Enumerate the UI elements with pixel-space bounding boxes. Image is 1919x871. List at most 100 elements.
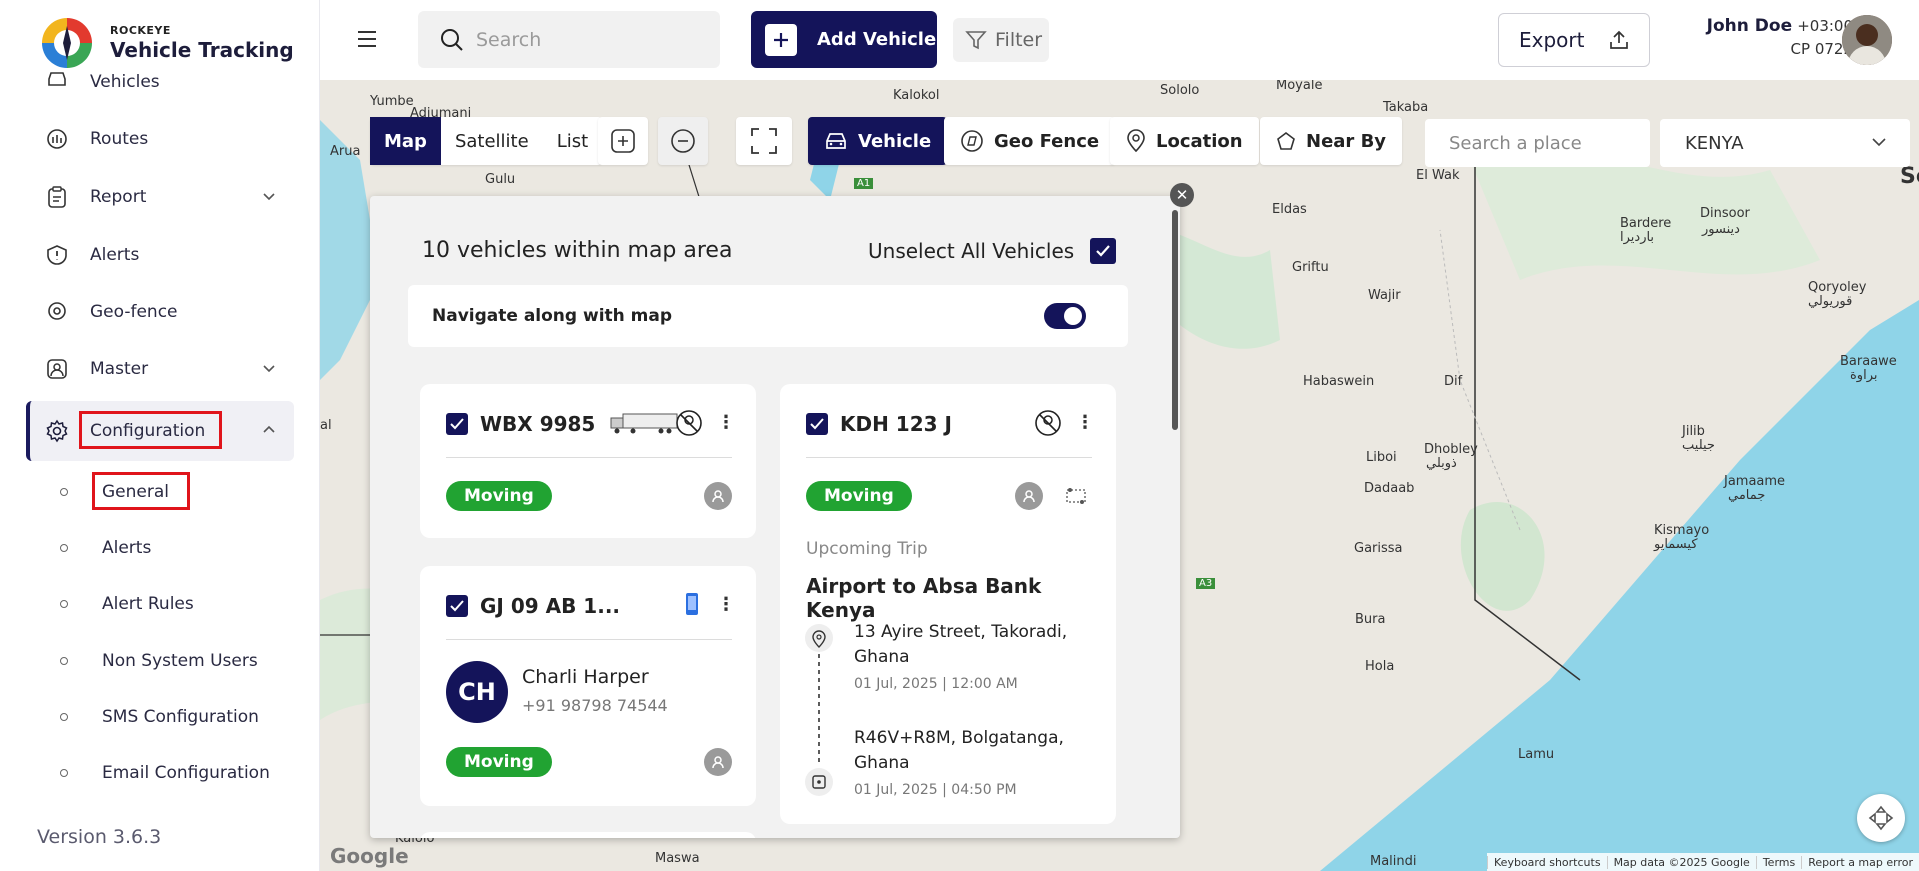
menu-icon[interactable] bbox=[356, 30, 378, 48]
map-label: El Wak bbox=[1416, 168, 1460, 183]
place-placeholder: Search a place bbox=[1449, 132, 1582, 154]
sidebar-item-master[interactable]: Master bbox=[26, 345, 294, 393]
destination-time: 01 Jul, 2025 | 04:50 PM bbox=[854, 782, 1017, 798]
map-pan-control[interactable] bbox=[1857, 794, 1905, 842]
vehicle-checkbox[interactable] bbox=[446, 595, 468, 617]
google-logo: Google bbox=[330, 844, 409, 868]
filter-icon bbox=[965, 31, 987, 50]
zoom-in-button[interactable] bbox=[598, 117, 648, 165]
tab-map[interactable]: Map bbox=[370, 117, 441, 165]
map-label: Lamu bbox=[1518, 747, 1555, 762]
user-info[interactable]: John Doe +03:00 CP 0722 bbox=[1668, 16, 1853, 58]
routes-icon bbox=[44, 126, 70, 152]
close-panel-button[interactable]: ✕ bbox=[1170, 183, 1194, 207]
map-label: Habaswein bbox=[1303, 374, 1375, 389]
bullet-icon bbox=[60, 544, 68, 552]
map-label: Eldas bbox=[1272, 202, 1307, 217]
sub-item-label: SMS Configuration bbox=[102, 707, 259, 727]
move-icon bbox=[1868, 805, 1894, 831]
vehicle-card[interactable]: KDH 123 J ⋮ Moving Upcoming Trip Airport… bbox=[780, 384, 1116, 824]
country-select[interactable]: KENYA bbox=[1660, 119, 1910, 167]
tab-satellite[interactable]: Satellite bbox=[441, 117, 543, 165]
map-label: Kalokol bbox=[893, 88, 940, 103]
navigate-along-row: Navigate along with map bbox=[408, 285, 1128, 347]
sidebar-item-report[interactable]: Report bbox=[26, 173, 294, 221]
sidebar-item-label: Geo-fence bbox=[90, 302, 178, 322]
sub-item-alert-rules[interactable]: Alert Rules bbox=[60, 584, 194, 624]
pentagon-icon bbox=[1276, 131, 1296, 151]
user-code: CP 0722 bbox=[1790, 40, 1853, 58]
driver-icon[interactable] bbox=[704, 748, 732, 776]
keyboard-shortcuts-link[interactable]: Keyboard shortcuts bbox=[1487, 855, 1607, 869]
vehicle-card[interactable]: GJ 09 AB 1... ⋮ CH Charli Harper +91 987… bbox=[420, 566, 756, 806]
chip-location[interactable]: Location bbox=[1110, 117, 1259, 165]
sidebar-item-alerts[interactable]: Alerts bbox=[26, 231, 294, 279]
divider bbox=[446, 457, 732, 458]
report-error-link[interactable]: Report a map error bbox=[1801, 855, 1919, 869]
export-button[interactable]: Export bbox=[1498, 13, 1650, 67]
more-options-icon[interactable]: ⋮ bbox=[717, 412, 735, 433]
map-label: Arua bbox=[330, 144, 361, 159]
divider bbox=[806, 457, 1092, 458]
map-label: Sololo bbox=[1160, 83, 1200, 98]
panel-scrollbar[interactable] bbox=[1172, 210, 1178, 430]
vehicle-checkbox[interactable] bbox=[446, 413, 468, 435]
fullscreen-button[interactable] bbox=[736, 117, 792, 165]
map-label: براوة bbox=[1850, 368, 1878, 383]
no-driver-icon[interactable] bbox=[675, 409, 703, 437]
sub-item-sms-configuration[interactable]: SMS Configuration bbox=[60, 697, 259, 737]
brand-small: ROCKEYE bbox=[110, 24, 171, 37]
tab-list[interactable]: List bbox=[543, 117, 602, 165]
highlight-box bbox=[92, 472, 190, 510]
navigate-label: Navigate along with map bbox=[432, 306, 673, 326]
unselect-all-checkbox[interactable] bbox=[1090, 238, 1117, 264]
navigate-toggle[interactable] bbox=[1044, 303, 1086, 329]
map-label: Dinsoor bbox=[1700, 206, 1750, 221]
terms-link[interactable]: Terms bbox=[1755, 855, 1801, 869]
route-icon[interactable] bbox=[1065, 485, 1087, 507]
sidebar-item-routes[interactable]: Routes bbox=[26, 115, 294, 163]
unselect-label: Unselect All Vehicles bbox=[868, 239, 1075, 263]
unselect-all-vehicles[interactable]: Unselect All Vehicles bbox=[868, 238, 1117, 264]
avatar[interactable] bbox=[1842, 15, 1892, 65]
user-name: John Doe bbox=[1706, 16, 1793, 36]
chip-near-by[interactable]: Near By bbox=[1260, 117, 1403, 165]
sub-item-non-system-users[interactable]: Non System Users bbox=[60, 641, 258, 681]
sidebar-item-geofence[interactable]: Geo-fence bbox=[26, 288, 294, 336]
map-label: Malindi bbox=[1370, 854, 1417, 869]
car-icon bbox=[824, 131, 848, 151]
more-options-icon[interactable]: ⋮ bbox=[717, 594, 735, 615]
sub-item-label: Non System Users bbox=[102, 651, 258, 671]
map-label: دينسور bbox=[1702, 222, 1740, 237]
filter-button[interactable]: Filter bbox=[953, 18, 1049, 62]
zoom-out-button[interactable] bbox=[658, 117, 708, 165]
chip-geo-fence[interactable]: Geo Fence bbox=[944, 117, 1116, 165]
sidebar-item-label: Alerts bbox=[90, 245, 140, 265]
app-version: Version 3.6.3 bbox=[37, 826, 162, 848]
origin-time: 01 Jul, 2025 | 12:00 AM bbox=[854, 676, 1018, 692]
add-vehicle-button[interactable]: Add Vehicle bbox=[751, 11, 937, 68]
no-driver-icon[interactable] bbox=[1034, 409, 1062, 437]
map-label: باردیرا bbox=[1620, 230, 1655, 245]
bullet-icon bbox=[60, 657, 68, 665]
driver-icon[interactable] bbox=[704, 482, 732, 510]
more-options-icon[interactable]: ⋮ bbox=[1076, 412, 1094, 433]
vehicle-card[interactable]: WBX 9985 ⋮ Moving bbox=[420, 384, 756, 538]
sub-item-email-configuration[interactable]: Email Configuration bbox=[60, 753, 270, 793]
map-label: ذوبلي bbox=[1426, 456, 1457, 471]
chip-vehicle[interactable]: Vehicle bbox=[808, 117, 948, 165]
map-label: Kismayo bbox=[1654, 523, 1710, 538]
mobile-device-icon bbox=[686, 593, 698, 615]
search-input[interactable]: Search bbox=[418, 11, 720, 68]
place-search-input[interactable]: Search a place bbox=[1425, 119, 1650, 167]
status-badge: Moving bbox=[806, 481, 912, 511]
sidebar-item-vehicles[interactable]: Vehicles bbox=[26, 58, 294, 94]
vehicle-checkbox[interactable] bbox=[806, 413, 828, 435]
sub-item-label: Email Configuration bbox=[102, 763, 270, 783]
sidebar-item-label: Routes bbox=[90, 129, 149, 149]
gear-icon bbox=[44, 418, 70, 444]
vehicle-card[interactable] bbox=[420, 832, 756, 838]
driver-icon[interactable] bbox=[1015, 482, 1043, 510]
map-label: Baraawe bbox=[1840, 354, 1897, 369]
sub-item-alerts[interactable]: Alerts bbox=[60, 528, 151, 568]
